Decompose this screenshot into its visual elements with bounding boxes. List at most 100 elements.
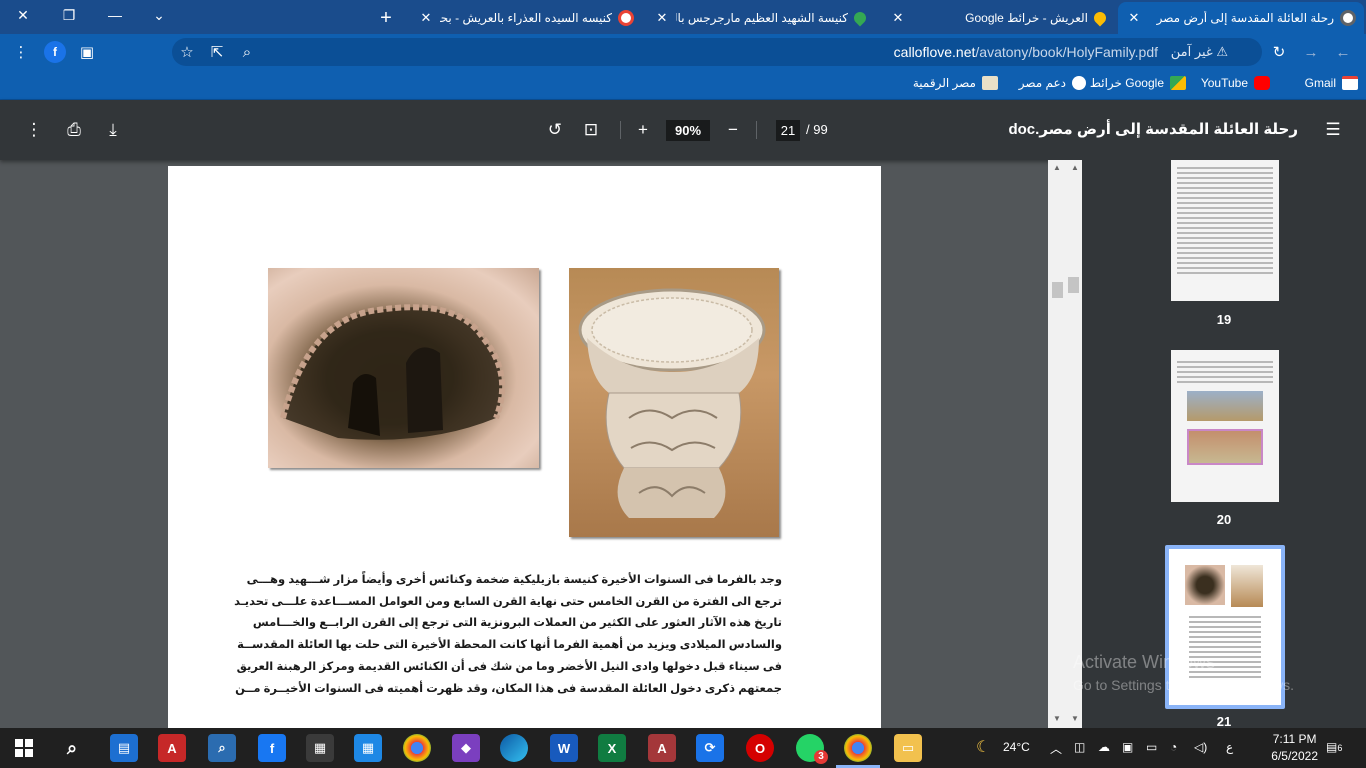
clock-time: 7:11 PM [1272, 732, 1317, 746]
menu-dots-icon[interactable]: ⋮ [8, 39, 34, 65]
back-icon[interactable]: ← [1330, 39, 1356, 65]
download-icon[interactable]: ⤓ [100, 117, 126, 143]
text-line: جمعتهم ذكرى دخول العائلة المقدسة فى هذا … [235, 682, 782, 695]
print-icon[interactable]: ⎙ [61, 117, 87, 143]
chevron-up-icon[interactable]: ︿ [1050, 740, 1062, 757]
search-icon[interactable]: ⌕ [58, 734, 86, 762]
wifi-icon[interactable]: ◔ [1170, 740, 1177, 754]
text-line: وجد بالفرما فى السنوات الأخيرة كنيسة باز… [246, 574, 782, 586]
tab-title: رحلة العائلة المقدسة إلى أرض مصر [1156, 11, 1334, 25]
page-number-input[interactable]: 21 [776, 120, 800, 141]
chrome-active-icon[interactable] [844, 734, 872, 762]
tab-search-button[interactable]: ⌄ [136, 0, 182, 30]
clock[interactable]: 7:11 PM 6/5/2022 [1271, 731, 1318, 765]
thumbnail-image [1231, 565, 1263, 607]
sidebar-menu-icon[interactable]: ☰ [1320, 117, 1346, 143]
network-settings-icon[interactable]: ▣ [1122, 740, 1133, 754]
url-text[interactable]: calloflove.net/avatony/book/HolyFamily.p… [894, 44, 1158, 60]
file-explorer-icon[interactable]: ▭ [894, 734, 922, 762]
thumbnail-page-number: 20 [1216, 512, 1232, 527]
excel-icon[interactable]: X [598, 734, 626, 762]
thumbnail-image [1187, 391, 1263, 421]
page-thumbnail[interactable] [1171, 160, 1279, 301]
app-icon[interactable]: ▤ [110, 734, 138, 762]
window-minimize-button[interactable]: — [92, 0, 138, 30]
maps-pin-icon [851, 9, 869, 27]
thumbnail-image [1187, 429, 1263, 465]
close-icon[interactable]: ✕ [890, 10, 906, 26]
zoom-input[interactable]: 90% [666, 120, 710, 141]
scroll-down-arrow[interactable]: ▼ [1050, 714, 1064, 723]
volume-icon[interactable]: ◁) [1194, 740, 1207, 754]
tab-title: كنيسة الشهيد العظيم مارجرجس بالع [676, 11, 848, 25]
sync-icon[interactable]: ⟳ [696, 734, 724, 762]
scrollbar-thumb[interactable] [1068, 277, 1079, 293]
forward-icon[interactable]: → [1298, 39, 1324, 65]
cloud-icon[interactable]: ☁ [1098, 740, 1110, 754]
scroll-down-arrow[interactable]: ▼ [1068, 714, 1082, 723]
calendar-icon[interactable]: ▦ [354, 734, 382, 762]
scroll-up-arrow[interactable]: ▲ [1050, 163, 1064, 172]
bookmark-digital-egypt[interactable]: مصر الرقمية [913, 76, 998, 90]
bookmark-label: YouTube [1200, 76, 1248, 90]
windows-start-icon[interactable] [10, 734, 38, 762]
divider [756, 121, 757, 139]
profile-avatar[interactable]: f [42, 39, 68, 65]
security-indicator[interactable]: غير آمن ⚠ [1171, 44, 1234, 60]
new-tab-button[interactable]: + [366, 2, 406, 34]
whatsapp-icon[interactable]: 3 [796, 734, 828, 764]
scroll-up-arrow[interactable]: ▲ [1068, 163, 1082, 172]
acrobat-icon[interactable]: A [158, 734, 186, 762]
battery-icon[interactable]: ▭ [1146, 740, 1157, 754]
bookmark-google-maps[interactable]: خرائط Google [1090, 76, 1186, 90]
notifications-icon[interactable]: ▤6 [1326, 740, 1342, 754]
bookmark-support-egypt[interactable]: دعم مصر [1019, 76, 1086, 90]
bookmarks-bar: Gmail YouTube خرائط Google دعم مصر مصر ا… [0, 70, 1366, 100]
zoom-out-icon[interactable]: − [720, 117, 746, 143]
url-host: calloflove.net [893, 44, 976, 60]
reload-icon[interactable]: ↻ [1266, 39, 1292, 65]
activation-watermark-subtitle: Go to Settings to activate Windows. [1073, 677, 1294, 693]
word-icon[interactable]: W [550, 734, 578, 762]
share-icon[interactable]: ⇱ [204, 39, 230, 65]
site-icon [982, 76, 998, 90]
bookmark-gmail[interactable]: Gmail [1305, 76, 1358, 90]
tab-arish-maps[interactable]: ✕ العريش - خرائط Google [882, 2, 1114, 34]
side-panel-icon[interactable]: ▣ [74, 39, 100, 65]
close-icon[interactable]: ✕ [418, 10, 434, 26]
pdf-title: رحلة العائلة المقدسة إلى أرض مصر.doc [1008, 121, 1298, 138]
close-icon[interactable]: ✕ [654, 10, 670, 26]
tab-church-georgios[interactable]: ✕ كنيسة الشهيد العظيم مارجرجس بالع [646, 2, 874, 34]
calculator-icon[interactable]: ▦ [306, 734, 334, 762]
search-icon[interactable]: ⌕ [234, 39, 260, 65]
clock-date: 6/5/2022 [1271, 749, 1318, 763]
magnifier-icon[interactable]: ⌕ [208, 734, 236, 762]
tab-holy-family-pdf[interactable]: ✕ رحلة العائلة المقدسة إلى أرض مصر [1118, 2, 1364, 34]
scrollbar-track[interactable]: ▲ ▲ ▼ ▼ [1048, 160, 1082, 728]
language-indicator[interactable]: ع [1226, 740, 1233, 754]
meet-icon[interactable]: ◫ [1074, 740, 1085, 754]
opera-icon[interactable]: O [746, 734, 774, 762]
more-options-icon[interactable]: ⋮ [21, 117, 47, 143]
window-close-button[interactable]: ✕ [0, 0, 46, 30]
window-restore-button[interactable]: ❐ [46, 0, 92, 30]
facebook-icon[interactable]: f [258, 734, 286, 762]
text-line: فى سيناء قبل دخولها وادى النيل الأخضر وم… [236, 660, 782, 673]
pdf-page: وجد بالفرما فى السنوات الأخيرة كنيسة باز… [168, 166, 881, 736]
page-thumbnail[interactable] [1171, 350, 1279, 502]
tab-church-virgin[interactable]: ✕ كنيسه السيده العذراء بالعريش - بحث [410, 2, 642, 34]
scrollbar-thumb[interactable] [1052, 282, 1063, 298]
access-icon[interactable]: A [648, 734, 676, 762]
address-bar[interactable]: ☆ ⇱ ⌕ calloflove.net/avatony/book/HolyFa… [172, 38, 1262, 66]
weather-temperature[interactable]: 24°C [1003, 740, 1030, 754]
close-icon[interactable]: ✕ [1126, 10, 1142, 26]
visual-studio-icon[interactable]: ◆ [452, 734, 480, 762]
bookmark-youtube[interactable]: YouTube [1201, 76, 1270, 90]
zoom-in-icon[interactable]: + [630, 117, 656, 143]
bookmark-star-icon[interactable]: ☆ [174, 39, 200, 65]
maps-icon [1170, 76, 1186, 90]
edge-icon[interactable] [500, 734, 528, 762]
fit-page-icon[interactable]: ⊡ [578, 117, 604, 143]
rotate-icon[interactable]: ↺ [542, 117, 568, 143]
chrome-icon[interactable] [403, 734, 431, 762]
